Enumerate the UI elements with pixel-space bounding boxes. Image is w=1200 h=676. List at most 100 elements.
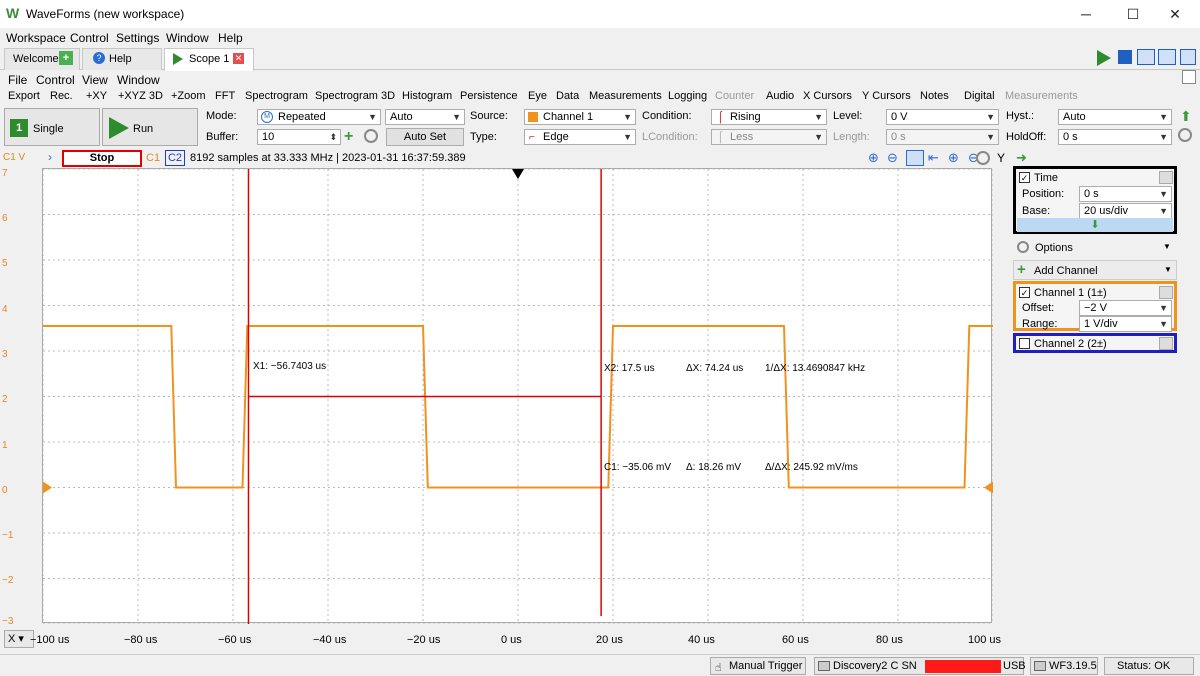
trigger-settings-icon[interactable]	[1178, 128, 1192, 142]
mode-select[interactable]: M Repeated ▼	[257, 109, 381, 125]
tool-spectrogram[interactable]: Spectrogram	[245, 90, 308, 102]
cursor-mode-icon[interactable]	[906, 150, 924, 166]
single-button[interactable]: 1 Single	[4, 108, 100, 146]
add-buffer-icon[interactable]: +	[344, 128, 353, 146]
layout-icon-1[interactable]	[1137, 49, 1155, 65]
c2-toggle[interactable]: C2	[165, 150, 185, 166]
status-indicator[interactable]: Status: OK	[1104, 657, 1194, 675]
tool-export[interactable]: Export	[8, 90, 40, 102]
c1-toggle[interactable]: C1	[146, 152, 160, 164]
submenu-file[interactable]: File	[8, 73, 27, 87]
app-logo-icon: W	[6, 5, 20, 21]
position-input[interactable]: 0 s ▼	[1079, 186, 1172, 202]
tab-help[interactable]: ? Help	[82, 48, 162, 70]
level-input[interactable]: 0 V ▼	[886, 109, 999, 125]
y-tick-label: 4	[2, 304, 8, 315]
channel1-settings-icon[interactable]	[1159, 286, 1173, 299]
tool-x-cursors[interactable]: X Cursors	[803, 90, 852, 102]
chevron-right-icon[interactable]: ›	[48, 150, 52, 164]
stop-all-icon[interactable]	[1118, 50, 1132, 64]
menu-workspace[interactable]: Workspace	[6, 31, 66, 45]
tool-logging[interactable]: Logging	[668, 90, 707, 102]
tab-scope-1[interactable]: Scope 1 ✕	[164, 48, 254, 71]
hyst-select[interactable]: Auto ▼	[1058, 109, 1172, 125]
tool-histogram[interactable]: Histogram	[402, 90, 452, 102]
tool-notes[interactable]: Notes	[920, 90, 949, 102]
layout-icon-2[interactable]	[1158, 49, 1176, 65]
tool-data[interactable]: Data	[556, 90, 579, 102]
menu-window[interactable]: Window	[166, 31, 209, 45]
zoom-out-icon[interactable]: ⊖	[887, 150, 898, 166]
scale-icon[interactable]: ⇤	[928, 150, 939, 166]
magnify-icon[interactable]: ⊕	[948, 150, 959, 166]
plot-canvas[interactable]	[43, 169, 993, 624]
holdoff-label: HoldOff:	[1006, 131, 1047, 143]
hand-icon: ☝	[715, 662, 722, 674]
channel2-settings-icon[interactable]	[1159, 337, 1173, 350]
x-tick-label: −40 us	[313, 634, 347, 646]
tool-audio[interactable]: Audio	[766, 90, 794, 102]
layout-icon-3[interactable]	[1180, 49, 1196, 65]
level-label: Level:	[833, 110, 863, 122]
submenu-control[interactable]: Control	[36, 73, 75, 87]
submenu-view[interactable]: View	[82, 73, 108, 87]
submenu-window[interactable]: Window	[117, 73, 160, 87]
source-value: Channel 1	[543, 111, 594, 123]
stop-status[interactable]: Stop	[62, 150, 142, 167]
run-button[interactable]: Run	[102, 108, 198, 146]
arrow-up-icon[interactable]: ⬆	[1180, 108, 1192, 125]
tab-welcome[interactable]: Welcome +	[4, 48, 80, 70]
add-channel-button[interactable]: + Add Channel ▼	[1013, 260, 1177, 280]
mode-auto-select[interactable]: Auto ▼	[385, 109, 465, 125]
close-tab-icon[interactable]: ✕	[233, 53, 244, 64]
tool-eye[interactable]: Eye	[528, 90, 547, 102]
run-label: Run	[133, 123, 154, 135]
run-all-icon[interactable]	[1097, 48, 1113, 66]
tool-digital[interactable]: Digital	[964, 90, 995, 102]
time-expand-icon[interactable]: ⬇	[1017, 218, 1173, 232]
tool-zoom[interactable]: +Zoom	[171, 90, 206, 102]
channel1-checkbox[interactable]: ✓	[1019, 287, 1030, 298]
tool-xy[interactable]: +XY	[86, 90, 107, 102]
plot-settings-icon[interactable]	[976, 151, 990, 165]
menu-control[interactable]: Control	[70, 31, 109, 45]
menu-settings[interactable]: Settings	[116, 31, 159, 45]
options-label: Options	[1035, 242, 1073, 254]
tool-spectrogram-3d[interactable]: Spectrogram 3D	[315, 90, 395, 102]
condition-select[interactable]: ⌠ Rising ▼	[711, 109, 827, 125]
tool-persistence[interactable]: Persistence	[460, 90, 517, 102]
buffer-input[interactable]: 10 ⬍	[257, 129, 341, 145]
source-select[interactable]: Channel 1 ▼	[524, 109, 636, 125]
tool-rec[interactable]: Rec.	[50, 90, 73, 102]
trigger-level-marker-right	[984, 481, 993, 494]
y-axis-button[interactable]: Y	[997, 151, 1005, 165]
zoom-in-icon[interactable]: ⊕	[868, 150, 879, 166]
y-tick-label: 0	[2, 485, 8, 496]
auto-set-button[interactable]: Auto Set	[386, 128, 464, 146]
arrow-right-icon[interactable]: ➜	[1016, 150, 1027, 166]
manual-trigger-button[interactable]: ☝ Manual Trigger	[710, 657, 806, 675]
channel2-checkbox[interactable]	[1019, 338, 1030, 349]
tool-measurements[interactable]: Measurements	[589, 90, 662, 102]
offset-input[interactable]: −2 V ▼	[1079, 300, 1172, 316]
minimize-button[interactable]: ─	[1063, 0, 1109, 28]
type-select[interactable]: ⌐ Edge ▼	[524, 129, 636, 145]
close-button[interactable]: ✕	[1152, 0, 1198, 28]
panel-icon[interactable]	[1182, 70, 1196, 84]
scope-plot[interactable]: X1: −56.7403 us X2: 17.5 us ΔX: 74.24 us…	[42, 168, 993, 624]
device-indicator[interactable]: Discovery2 C SN USB	[814, 657, 1026, 675]
buffer-settings-icon[interactable]	[364, 129, 378, 143]
holdoff-input[interactable]: 0 s ▼	[1058, 129, 1172, 145]
time-settings-icon[interactable]	[1159, 171, 1173, 184]
options-row[interactable]: Options ▼	[1013, 238, 1177, 258]
maximize-button[interactable]: ☐	[1110, 0, 1156, 28]
add-tab-icon[interactable]: +	[59, 51, 73, 65]
version-indicator[interactable]: WF3.19.5	[1030, 657, 1098, 675]
menu-help[interactable]: Help	[218, 31, 243, 45]
tool-fft[interactable]: FFT	[215, 90, 235, 102]
range-select[interactable]: 1 V/div ▼	[1079, 316, 1172, 332]
tool-xyz3d[interactable]: +XYZ 3D	[118, 90, 163, 102]
time-checkbox[interactable]: ✓	[1019, 172, 1030, 183]
base-select[interactable]: 20 us/div ▼	[1079, 203, 1172, 219]
tool-y-cursors[interactable]: Y Cursors	[862, 90, 911, 102]
